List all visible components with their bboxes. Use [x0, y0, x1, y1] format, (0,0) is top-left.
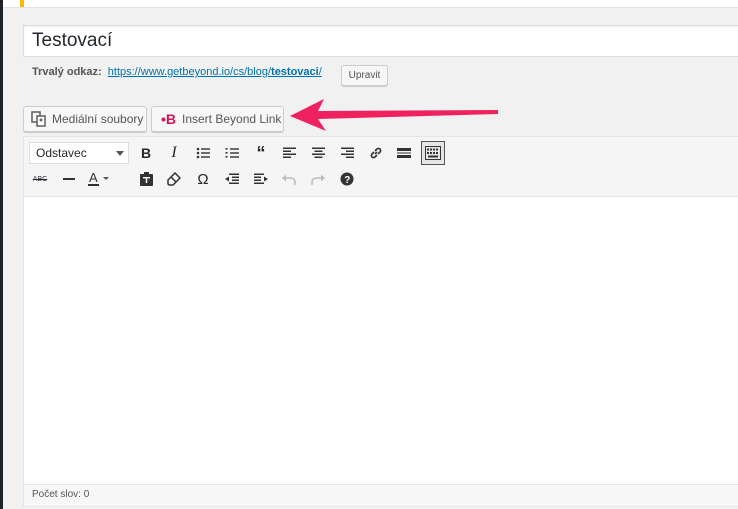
special-character-icon[interactable]: Ω: [192, 168, 214, 190]
editor-content-area[interactable]: [24, 197, 738, 467]
strikethrough-icon[interactable]: ABC: [29, 168, 51, 190]
link-icon[interactable]: [365, 142, 387, 164]
outdent-icon[interactable]: [221, 168, 243, 190]
beyond-logo-icon: •B: [161, 111, 177, 127]
help-icon[interactable]: ?: [336, 168, 358, 190]
italic-icon[interactable]: I: [163, 142, 185, 164]
word-count-status: Počet slov: 0: [24, 484, 738, 506]
align-left-icon[interactable]: [278, 142, 300, 164]
insert-beyond-link-label: Insert Beyond Link: [182, 112, 282, 126]
notice-accent: [20, 0, 24, 7]
horizontal-line-icon[interactable]: [58, 168, 80, 190]
clear-formatting-icon[interactable]: [163, 168, 185, 190]
align-right-icon[interactable]: [336, 142, 358, 164]
editor: Odstavec B I “ ABC A Ω ? Počet slov: 0: [23, 136, 738, 507]
permalink-base: https://www.getbeyond.io/cs/blog/: [107, 66, 272, 78]
undo-icon[interactable]: [278, 168, 300, 190]
numbered-list-icon[interactable]: [221, 142, 243, 164]
align-center-icon[interactable]: [307, 142, 329, 164]
indent-icon[interactable]: [250, 168, 272, 190]
bullet-list-icon[interactable]: [192, 142, 214, 164]
read-more-icon[interactable]: [393, 142, 415, 164]
chevron-down-icon: [116, 151, 124, 156]
pointer-arrow-icon: [290, 99, 498, 131]
edit-permalink-button[interactable]: Upravit: [341, 65, 388, 86]
format-select-value: Odstavec: [36, 146, 87, 160]
toolbar-toggle-icon[interactable]: [421, 141, 445, 165]
permalink-slug: testovaci: [271, 66, 319, 78]
permalink-row: Trvalý odkaz: https://www.getbeyond.io/c…: [32, 66, 322, 78]
notice-bar: [3, 0, 738, 8]
paste-as-text-icon[interactable]: [135, 168, 157, 190]
media-icon: [31, 111, 47, 135]
add-media-button[interactable]: Mediální soubory: [23, 106, 147, 132]
add-media-label: Mediální soubory: [52, 112, 144, 126]
permalink-label: Trvalý odkaz:: [32, 66, 102, 78]
admin-sidebar-edge: [0, 0, 3, 509]
bold-icon[interactable]: B: [135, 142, 157, 164]
svg-text:A: A: [89, 171, 98, 185]
permalink-link[interactable]: https://www.getbeyond.io/cs/blog/testova…: [108, 66, 322, 78]
format-select[interactable]: Odstavec: [29, 142, 129, 164]
permalink-trailing: /: [318, 66, 322, 78]
svg-text:?: ?: [344, 175, 350, 186]
blockquote-icon[interactable]: “: [250, 142, 272, 164]
insert-beyond-link-button[interactable]: •B Insert Beyond Link: [151, 106, 284, 132]
redo-icon[interactable]: [307, 168, 329, 190]
post-title-input[interactable]: Testovací: [23, 25, 738, 57]
editor-toolbar: Odstavec B I “ ABC A Ω ?: [24, 137, 738, 197]
text-color-icon[interactable]: A: [87, 168, 111, 190]
